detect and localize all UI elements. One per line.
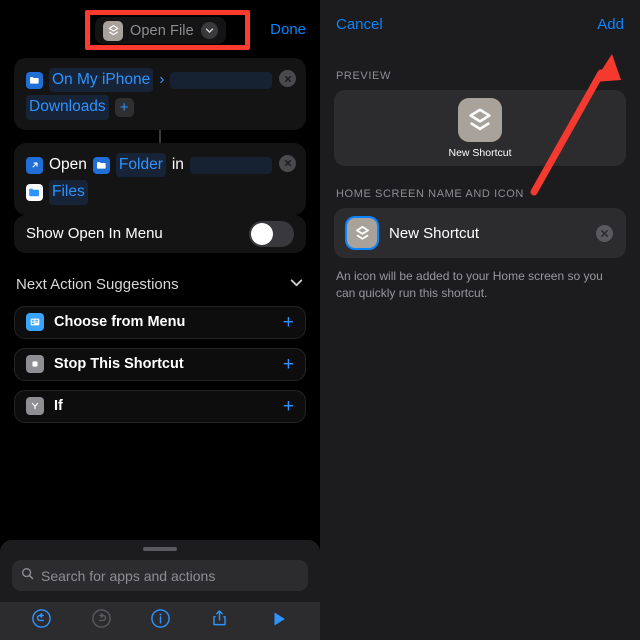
toggle-label: Show Open In Menu <box>26 225 163 243</box>
search-dock: Search for apps and actions <box>0 540 320 602</box>
dock-grabber-handle[interactable] <box>143 547 177 551</box>
shortcut-title-pill[interactable]: Open File <box>95 17 226 44</box>
play-icon[interactable] <box>269 609 289 634</box>
open-folder-action-card[interactable]: Open Folder in Files <box>14 142 306 215</box>
chevron-down-icon[interactable] <box>200 22 218 39</box>
preview-shortcut-name: New Shortcut <box>448 146 512 159</box>
shortcut-title-text: Open File <box>130 22 194 39</box>
editor-header: Open File Done <box>0 0 320 58</box>
path-token-folder[interactable]: Downloads <box>26 95 109 120</box>
action-row: On My iPhone › <box>26 68 294 93</box>
open-app-icon <box>26 156 43 174</box>
done-button[interactable]: Done <box>270 21 306 38</box>
next-action-suggestions-header[interactable]: Next Action Suggestions <box>0 275 320 295</box>
action-row-second: Files <box>26 180 294 205</box>
folder-icon <box>26 71 43 89</box>
shortcut-icon-picker-button[interactable] <box>347 218 377 248</box>
add-path-button[interactable]: + <box>114 98 134 118</box>
app-blank-field[interactable] <box>189 156 272 174</box>
home-screen-footnote: An icon will be added to your Home scree… <box>336 269 603 301</box>
action-word-in: in <box>171 155 184 173</box>
token-folder[interactable]: Folder <box>115 152 166 178</box>
shortcuts-app-screen: Open File Done On My iPhone › Downloads … <box>0 0 640 640</box>
suggestions-title: Next Action Suggestions <box>16 276 179 294</box>
show-open-in-menu-row[interactable]: Show Open In Menu <box>14 214 306 253</box>
suggestion-label: Choose from Menu <box>54 314 186 331</box>
token-files-app[interactable]: Files <box>49 180 88 205</box>
sheet-header: Cancel Add <box>320 0 640 48</box>
search-input[interactable]: Search for apps and actions <box>12 560 308 591</box>
shortcut-editor-panel: Open File Done On My iPhone › Downloads … <box>0 0 320 640</box>
add-suggestion-button[interactable]: + <box>283 313 294 332</box>
info-icon[interactable] <box>150 608 171 634</box>
search-icon <box>21 567 34 585</box>
branch-icon <box>26 397 44 416</box>
action-word-open: Open <box>49 155 87 173</box>
path-separator-icon: › <box>159 71 165 88</box>
folder-icon <box>92 156 110 174</box>
list-item[interactable]: If + <box>14 389 306 423</box>
path-blank-field[interactable] <box>170 71 272 89</box>
redo-icon <box>91 608 112 634</box>
search-placeholder: Search for apps and actions <box>41 567 216 584</box>
home-screen-section-label: HOME SCREEN NAME AND ICON <box>336 188 524 200</box>
home-screen-name-field-row[interactable]: New Shortcut <box>334 208 626 258</box>
shortcut-layers-icon <box>103 20 123 41</box>
suggestion-label: If <box>54 398 63 415</box>
editor-toolbar <box>0 602 320 640</box>
chevron-down-icon[interactable] <box>289 275 304 295</box>
shortcut-name-input[interactable]: New Shortcut <box>389 225 584 242</box>
close-icon[interactable] <box>596 224 613 242</box>
show-open-in-menu-toggle[interactable] <box>249 220 294 247</box>
add-button[interactable]: Add <box>597 16 624 33</box>
toggle-knob <box>251 222 273 245</box>
shortcut-layers-icon <box>458 97 502 142</box>
suggestions-list: Choose from Menu + Stop This Shortcut + … <box>0 305 320 423</box>
cancel-button[interactable]: Cancel <box>336 16 383 33</box>
list-item[interactable]: Stop This Shortcut + <box>14 347 306 381</box>
preview-card: New Shortcut <box>334 90 626 166</box>
suggestion-label: Stop This Shortcut <box>54 356 184 373</box>
files-app-icon <box>26 184 43 202</box>
menu-icon <box>26 313 44 332</box>
action-row-second: Downloads + <box>26 95 294 120</box>
path-token-device[interactable]: On My iPhone <box>49 68 154 93</box>
stop-square-icon <box>26 355 44 374</box>
file-picker-action-card[interactable]: On My iPhone › Downloads + <box>14 58 306 130</box>
add-suggestion-button[interactable]: + <box>283 355 294 374</box>
add-suggestion-button[interactable]: + <box>283 397 294 416</box>
action-connector <box>159 129 161 143</box>
remove-action-button[interactable] <box>279 154 296 172</box>
remove-action-button[interactable] <box>279 70 296 87</box>
preview-section-label: PREVIEW <box>336 70 391 82</box>
share-icon[interactable] <box>209 608 230 634</box>
actions-list: On My iPhone › Downloads + Open Folder i… <box>0 58 320 253</box>
add-to-home-screen-sheet: Cancel Add PREVIEW New Shortcut HOME SCR… <box>320 0 640 640</box>
list-item[interactable]: Choose from Menu + <box>14 305 306 339</box>
action-row: Open Folder in <box>26 152 294 178</box>
undo-icon[interactable] <box>31 608 52 634</box>
